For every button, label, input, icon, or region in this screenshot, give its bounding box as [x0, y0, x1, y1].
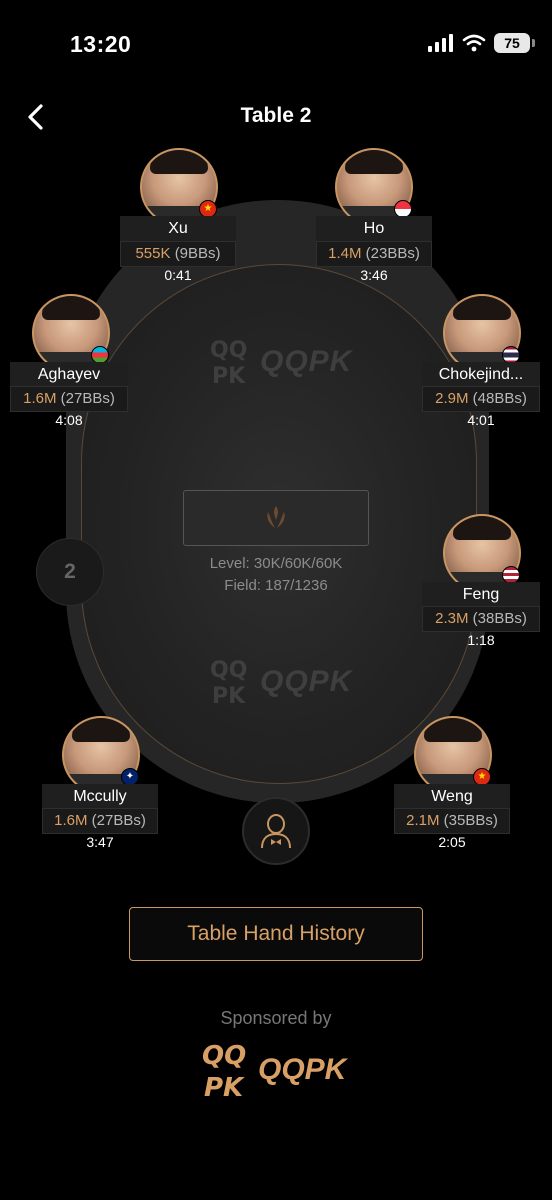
player-stack: 2.9M (48BBs) — [422, 386, 540, 412]
player-name: Aghayev — [10, 362, 128, 387]
player-timer: 4:08 — [55, 412, 83, 428]
stack-amount: 555K — [135, 245, 171, 262]
stack-big-blinds: (23BBs) — [365, 245, 420, 262]
stack-big-blinds: (27BBs) — [91, 812, 146, 829]
watermark-bottom: QQ PK QQPK — [210, 655, 352, 709]
svg-text:PK: PK — [212, 684, 246, 709]
svg-text:PK: PK — [204, 1073, 245, 1102]
table-number-badge: 2 — [36, 538, 104, 606]
player-timer: 0:41 — [164, 267, 192, 283]
stack-big-blinds: (27BBs) — [60, 390, 115, 407]
status-bar: 13:20 75 — [0, 0, 552, 90]
stack-big-blinds: (38BBs) — [472, 610, 527, 627]
watermark-text: QQPK — [260, 665, 353, 698]
stack-amount: 1.6M — [23, 390, 57, 407]
stack-amount: 2.1M — [406, 812, 440, 829]
table-hand-history-button[interactable]: Table Hand History — [129, 907, 423, 961]
player-stack: 1.6M (27BBs) — [10, 386, 128, 412]
sponsor-name: QQPK — [258, 1053, 347, 1086]
board-card-area — [183, 490, 369, 546]
status-icons: 75 — [428, 33, 535, 53]
player-stack: 2.3M (38BBs) — [422, 606, 540, 632]
wifi-icon — [462, 34, 486, 52]
page-title: Table 2 — [240, 104, 312, 127]
svg-text:QQ: QQ — [210, 338, 247, 363]
header: Table 2 — [0, 90, 552, 142]
player-name: Xu — [120, 216, 236, 241]
player-timer: 4:01 — [467, 412, 495, 428]
player-timer: 3:46 — [360, 267, 388, 283]
svg-text:QQ: QQ — [202, 1041, 246, 1071]
player-name: Weng — [394, 784, 510, 809]
flame-logo-icon — [267, 506, 285, 528]
player-name: Mccully — [42, 784, 158, 809]
player-stack: 2.1M (35BBs) — [394, 808, 510, 834]
player-stack: 555K (9BBs) — [120, 241, 236, 267]
stack-big-blinds: (48BBs) — [472, 390, 527, 407]
dealer-icon — [261, 814, 291, 849]
watermark-text: QQPK — [260, 345, 353, 378]
watermark-top: QQ PK QQPK — [210, 335, 352, 389]
player-stack: 1.6M (27BBs) — [42, 808, 158, 834]
qqpk-logo-icon: QQ PK — [210, 338, 247, 389]
qqpk-logo-icon: QQ PK — [210, 658, 247, 709]
svg-text:PK: PK — [212, 364, 246, 389]
player-name: Chokejind... — [422, 362, 540, 387]
player-stack: 1.4M (23BBs) — [316, 241, 432, 267]
stack-amount: 1.6M — [54, 812, 88, 829]
stack-amount: 2.3M — [435, 610, 469, 627]
player-name: Feng — [422, 582, 540, 607]
battery-indicator: 75 — [494, 33, 535, 53]
dealer-seat — [242, 797, 310, 865]
sponsored-label: Sponsored by — [220, 1008, 332, 1028]
player-timer: 2:05 — [438, 834, 466, 850]
stack-amount: 2.9M — [435, 390, 469, 407]
player-timer: 1:18 — [467, 632, 495, 648]
svg-text:QQ: QQ — [210, 658, 247, 683]
player-timer: 3:47 — [86, 834, 114, 850]
stack-big-blinds: (9BBs) — [174, 245, 221, 262]
signal-icon — [428, 34, 453, 52]
status-time: 13:20 — [70, 31, 132, 57]
qqpk-logo-icon: QQ PK — [202, 1041, 246, 1102]
player-name: Ho — [316, 216, 432, 241]
sponsor-logo: QQ PK QQPK — [200, 1038, 346, 1102]
stack-amount: 1.4M — [328, 245, 362, 262]
stack-big-blinds: (35BBs) — [443, 812, 498, 829]
